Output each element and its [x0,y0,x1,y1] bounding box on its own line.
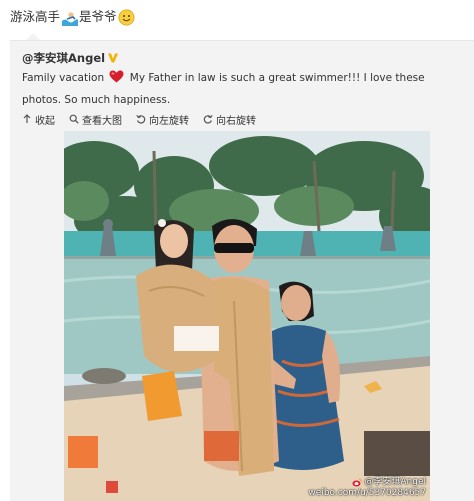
watermark-name: @李安琪Angel [364,477,426,487]
photo-toolbar: 收起 查看大图 向左旋转 向右旋转 [22,111,270,127]
family-vacation-photo [64,131,430,501]
post-body: Family vacation My Father in law is such… [22,67,452,111]
swimming-emoji-icon [61,8,79,26]
verified-v-badge-icon [107,52,119,64]
magnifier-icon [69,114,79,124]
collapse-label: 收起 [35,115,55,127]
photo-watermark: @李安琪Angel weibo.com/u/5370284657 [308,477,426,499]
weibo-logo-icon [352,478,363,487]
card-pointer [26,33,40,40]
original-post-card: @李安琪Angel Family vacation My Father in l… [10,40,474,501]
author-name-link[interactable]: @李安琪Angel [22,50,105,66]
rotate-left-button[interactable]: 向左旋转 [136,112,189,127]
view-large-label: 查看大图 [82,115,122,127]
rotate-left-label: 向左旋转 [149,115,189,127]
comment-text-2: 是爷爷 [79,9,117,24]
collapse-arrow-icon [23,114,31,123]
view-large-button[interactable]: 查看大图 [69,112,122,127]
repost-comment: 游泳高手 是爷爷 [10,7,136,27]
collapse-button[interactable]: 收起 [22,112,55,127]
rotate-right-button[interactable]: 向右旋转 [203,112,256,127]
rotate-right-icon [203,114,213,124]
rotate-right-label: 向右旋转 [216,115,256,127]
rotate-left-icon [136,114,146,124]
post-photo[interactable]: @李安琪Angel weibo.com/u/5370284657 [64,131,430,501]
post-text-part1: Family vacation [22,72,105,84]
post-author[interactable]: @李安琪Angel [22,49,119,67]
red-heart-icon [109,70,124,83]
watermark-url: weibo.com/u/5370284657 [308,488,426,498]
comment-text-1: 游泳高手 [10,9,61,24]
smile-emoji-icon [118,9,135,26]
